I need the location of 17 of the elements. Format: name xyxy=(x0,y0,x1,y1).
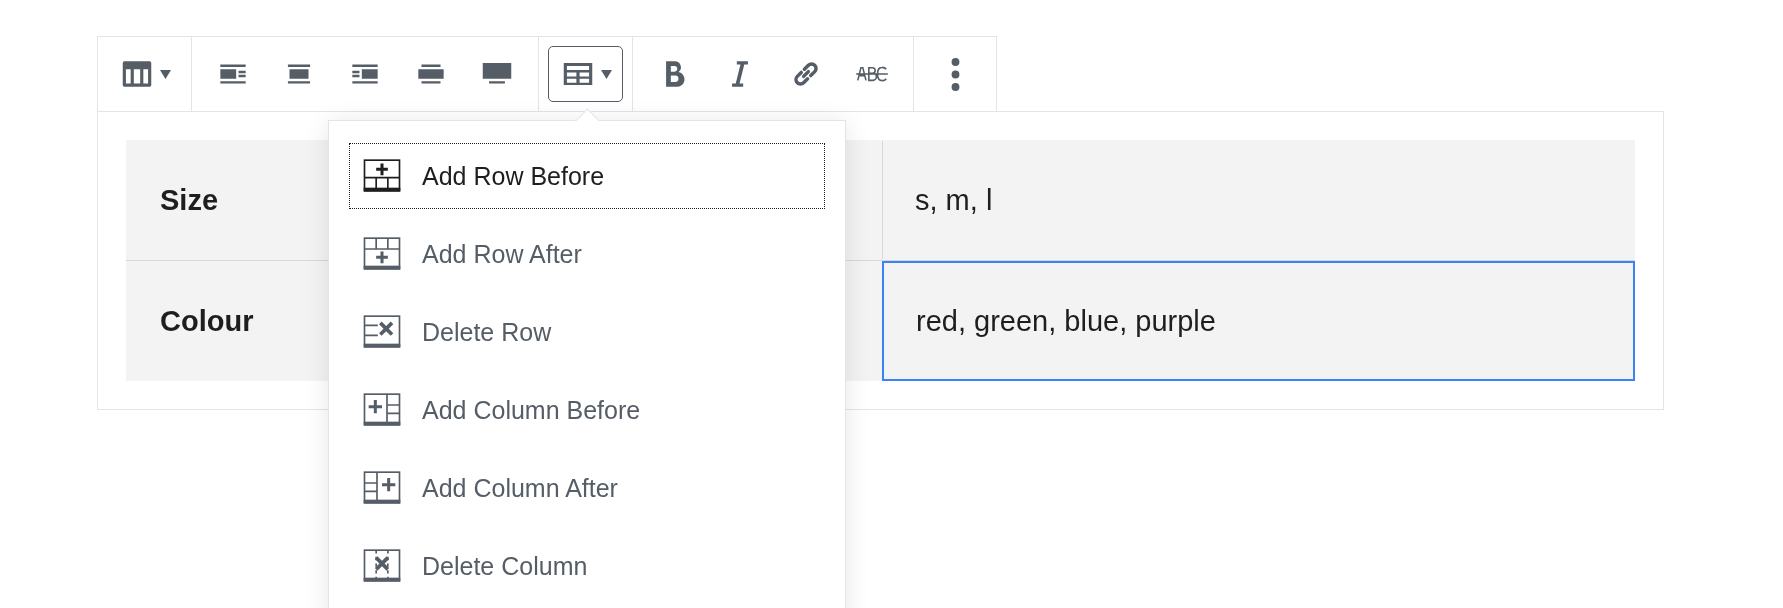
menu-item-label: Add Row Before xyxy=(422,161,605,191)
menu-item[interactable]: Delete Column xyxy=(349,533,825,599)
edit-table-button[interactable] xyxy=(548,46,623,102)
menu-item[interactable]: Add Column After xyxy=(349,455,825,521)
menu-item-label: Delete Row xyxy=(422,317,552,347)
caret-icon xyxy=(160,69,171,79)
menu-item-label: Add Column After xyxy=(422,473,618,503)
menu-item[interactable]: Delete Row xyxy=(349,299,825,365)
caret-icon xyxy=(601,69,612,79)
table-cell[interactable]: red, green, blue, purple xyxy=(882,261,1635,381)
menu-item-label: Add Row After xyxy=(422,239,582,269)
more-icon xyxy=(949,56,961,92)
menu-item[interactable]: Add Column Before xyxy=(349,377,825,443)
menu-item-label: Add Column Before xyxy=(422,395,641,425)
menu-item[interactable]: Add Row Before xyxy=(349,143,825,209)
menu-item[interactable]: Add Row After xyxy=(349,221,825,287)
menu-item-label: Delete Column xyxy=(422,551,588,581)
